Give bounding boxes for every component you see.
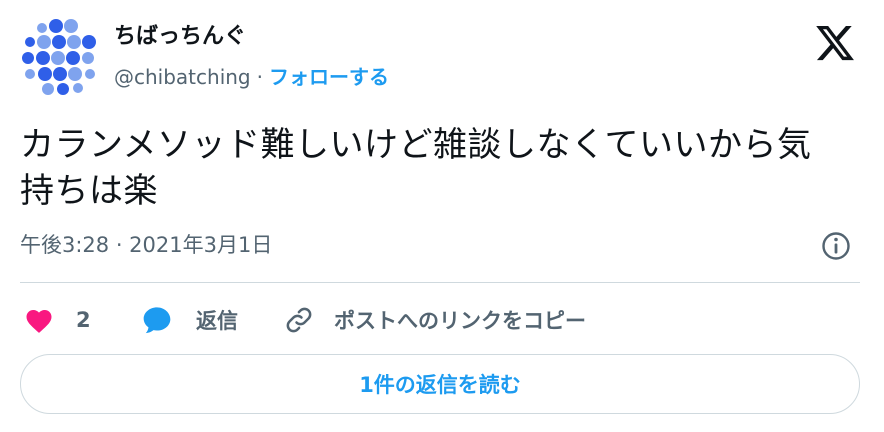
copy-link-label: ポストへのリンクをコピー: [334, 309, 586, 333]
user-handle[interactable]: @chibatching: [114, 65, 251, 89]
reply-button[interactable]: 返信: [140, 298, 238, 342]
info-icon[interactable]: [820, 230, 852, 262]
read-replies-button[interactable]: 1件の返信を読む: [20, 354, 860, 414]
x-logo-icon[interactable]: [814, 22, 856, 64]
copy-link-button[interactable]: ポストへのリンクをコピー: [284, 298, 586, 342]
tweet-text-line-2: 持ちは楽: [20, 171, 158, 211]
tweet-header: ちばっちんぐ @chibatching · フォローする: [18, 14, 866, 104]
handle-row: @chibatching · フォローする: [114, 62, 389, 92]
like-count: 2: [76, 308, 91, 332]
separator-dot: ·: [256, 65, 263, 89]
reply-label: 返信: [196, 309, 238, 333]
heart-icon: [26, 310, 52, 333]
link-icon: [286, 307, 312, 333]
divider: [20, 282, 860, 283]
speech-bubble-icon: [143, 307, 171, 334]
tweet-text: カランメソッド難しいけど雑談しなくていいから気 持ちは楽: [20, 122, 860, 214]
follow-button[interactable]: フォローする: [269, 65, 389, 89]
like-button[interactable]: 2: [24, 298, 91, 342]
action-bar: 2 返信 ポストへのリンクをコピー: [20, 298, 860, 342]
read-replies-label: 1件の返信を読む: [359, 373, 521, 397]
display-name[interactable]: ちばっちんぐ: [114, 22, 389, 52]
tweet-timestamp[interactable]: 午後3:28 · 2021年3月1日: [20, 228, 272, 262]
tweet-text-line-1: カランメソッド難しいけど雑談しなくていいから気: [20, 125, 812, 165]
avatar[interactable]: [18, 16, 102, 100]
user-info: ちばっちんぐ @chibatching · フォローする: [114, 22, 389, 92]
